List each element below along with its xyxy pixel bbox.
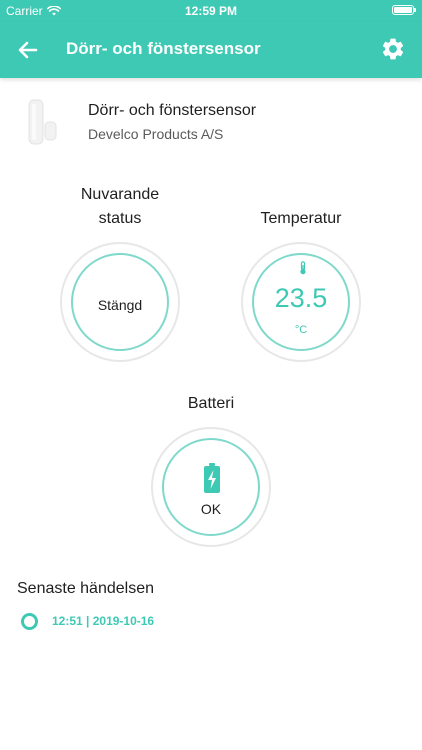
event-dot-icon <box>21 612 38 630</box>
device-name: Dörr- och fönstersensor <box>88 102 257 119</box>
door-sensor-icon <box>28 99 57 145</box>
device-manufacturer: Develco Products A/S <box>88 126 224 142</box>
gear-icon[interactable] <box>380 36 406 62</box>
battery-charging-icon <box>204 463 220 493</box>
temperature-unit: °C <box>294 324 308 336</box>
temperature-gauge-ring: 23.5 °C <box>252 253 350 351</box>
battery-gauge-ring: OK <box>162 438 260 536</box>
status-bar: Carrier 12:59 PM <box>0 0 422 22</box>
last-event-item[interactable]: 12:51 | 2019-10-16 <box>21 612 154 630</box>
status-value: Stängd <box>97 297 143 313</box>
nav-bar: Dörr- och fönstersensor <box>0 22 422 78</box>
temperature-value: 23.5 <box>274 283 328 313</box>
status-gauge[interactable]: Stängd <box>60 242 180 362</box>
status-label-line2: status <box>98 210 142 227</box>
status-gauge-ring: Stängd <box>71 253 169 351</box>
status-time: 12:59 PM <box>184 4 238 18</box>
temperature-gauge-label: Temperatur <box>260 210 342 227</box>
last-event-title: Senaste händelsen <box>17 580 154 597</box>
battery-gauge[interactable]: OK <box>151 427 271 547</box>
page-title: Dörr- och fönstersensor <box>66 39 261 58</box>
status-label-line1: Nuvarande <box>80 186 160 203</box>
status-gauge-label: Nuvarande status <box>60 183 180 231</box>
battery-value: OK <box>200 501 222 517</box>
last-event-time: 12:51 | 2019-10-16 <box>52 614 155 628</box>
thermometer-icon <box>300 261 306 275</box>
battery-gauge-label: Batteri <box>187 395 235 412</box>
arrow-left-icon[interactable] <box>14 36 42 64</box>
temperature-gauge[interactable]: 23.5 °C <box>241 242 361 362</box>
device-header: Dörr- och fönstersensor Develco Products… <box>0 96 422 156</box>
battery-icon <box>392 5 416 15</box>
